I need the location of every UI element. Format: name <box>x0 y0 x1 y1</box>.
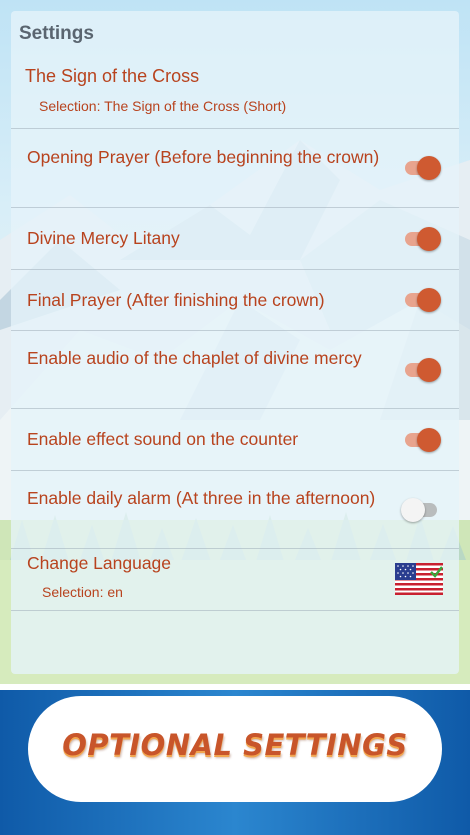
opening-prayer-row[interactable]: Opening Prayer (Before beginning the cro… <box>11 129 459 208</box>
effect-sound-toggle[interactable] <box>401 427 441 452</box>
opening-prayer-toggle[interactable] <box>401 155 441 180</box>
daily-alarm-label: Enable daily alarm (At three in the afte… <box>27 488 376 508</box>
final-prayer-toggle[interactable] <box>401 287 441 312</box>
daily-alarm-row[interactable]: Enable daily alarm (At three in the afte… <box>11 471 459 549</box>
sign-of-cross-label: The Sign of the Cross <box>25 66 200 86</box>
us-flag-icon[interactable] <box>395 563 443 595</box>
opening-prayer-label: Opening Prayer (Before beginning the cro… <box>27 147 380 167</box>
audio-chaplet-row[interactable]: Enable audio of the chaplet of divine me… <box>11 331 459 409</box>
banner-title: OPTIONAL SETTINGS <box>62 728 408 762</box>
change-language-label: Change Language <box>27 553 172 573</box>
audio-chaplet-label: Enable audio of the chaplet of divine me… <box>27 348 362 368</box>
change-language-row[interactable]: Change Language Selection: en <box>11 549 459 611</box>
effect-sound-label: Enable effect sound on the counter <box>27 429 299 449</box>
sign-of-cross-row[interactable]: The Sign of the Cross Selection: The Sig… <box>11 59 459 129</box>
final-prayer-label: Final Prayer (After finishing the crown) <box>27 290 325 310</box>
divine-mercy-litany-toggle[interactable] <box>401 226 441 251</box>
settings-panel: Settings The Sign of the Cross Selection… <box>11 11 459 674</box>
daily-alarm-toggle[interactable] <box>401 497 441 522</box>
final-prayer-row[interactable]: Final Prayer (After finishing the crown) <box>11 270 459 331</box>
audio-chaplet-toggle[interactable] <box>401 357 441 382</box>
divine-mercy-litany-row[interactable]: Divine Mercy Litany <box>11 208 459 270</box>
effect-sound-row[interactable]: Enable effect sound on the counter <box>11 409 459 471</box>
panel-title: Settings <box>19 23 94 44</box>
language-selection: Selection: en <box>42 584 123 600</box>
sign-of-cross-selection: Selection: The Sign of the Cross (Short) <box>39 98 287 114</box>
divine-mercy-litany-label: Divine Mercy Litany <box>27 228 180 248</box>
